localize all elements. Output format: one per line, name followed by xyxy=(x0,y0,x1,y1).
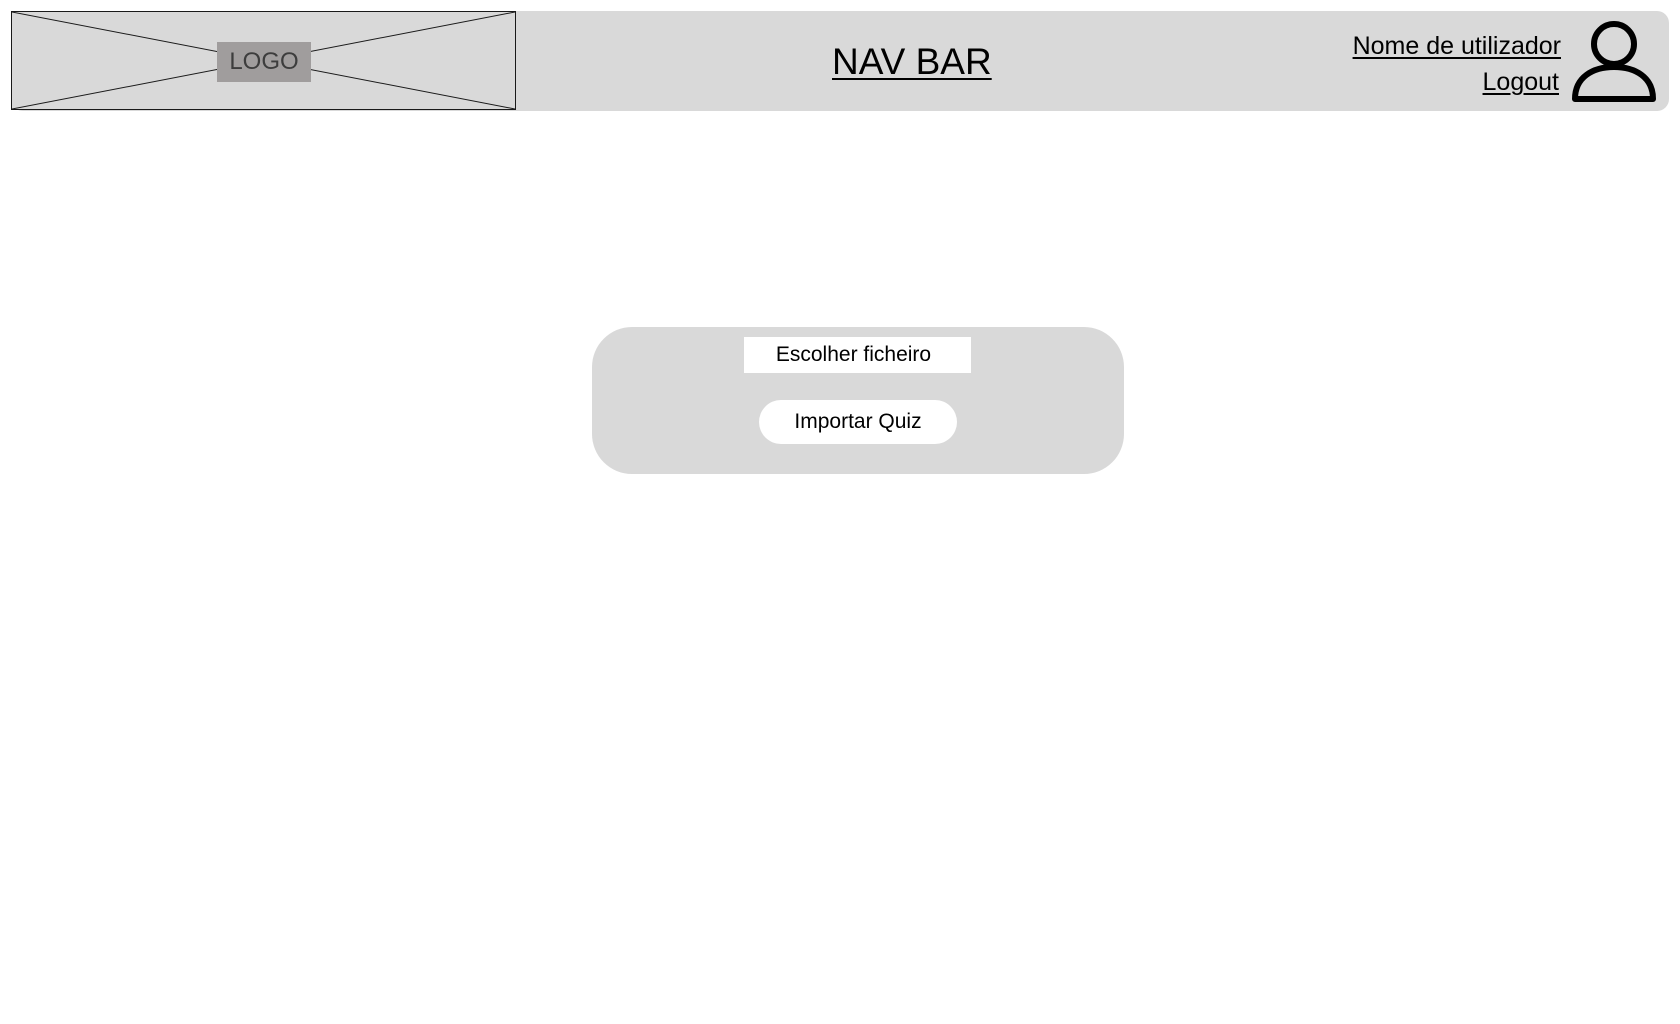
logo-placeholder[interactable]: LOGO xyxy=(11,11,516,110)
import-quiz-button[interactable]: Importar Quiz xyxy=(759,400,957,444)
user-icon[interactable] xyxy=(1571,19,1657,103)
logo-label: LOGO xyxy=(217,42,311,82)
nav-title: NAV BAR xyxy=(832,41,992,82)
choose-file-button[interactable]: Escolher ficheiro xyxy=(744,337,971,373)
user-name-link[interactable]: Nome de utilizador xyxy=(1353,30,1561,62)
logout-link[interactable]: Logout xyxy=(1483,66,1559,98)
